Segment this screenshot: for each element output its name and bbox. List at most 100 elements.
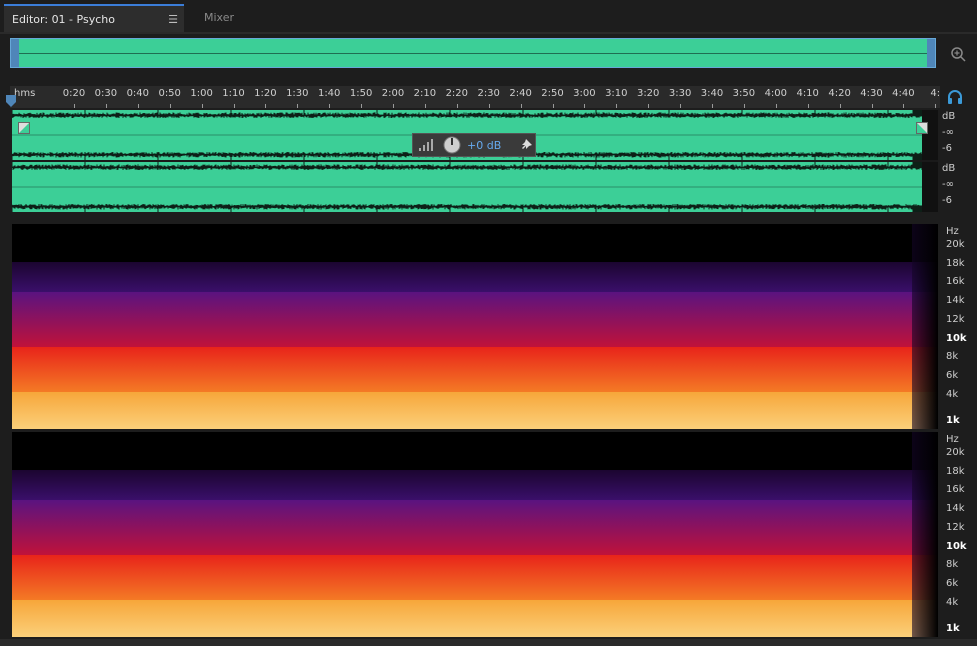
headphone-icon[interactable] bbox=[946, 88, 964, 106]
hz-tick-label: 10k bbox=[946, 540, 967, 552]
ruler-tick-label: 3:00 bbox=[573, 88, 596, 99]
ruler-tick bbox=[935, 104, 937, 108]
waveform-channel-right[interactable] bbox=[12, 162, 938, 212]
db-6-label-ch1: -6 bbox=[942, 143, 952, 154]
hz-unit-label: Hz bbox=[946, 226, 959, 237]
hz-tick-label: 14k bbox=[946, 295, 965, 307]
spectral-tail bbox=[912, 224, 938, 429]
hz-tick-label: 1k bbox=[946, 623, 960, 635]
spectral-band bbox=[12, 600, 938, 637]
ruler-tick bbox=[361, 104, 363, 108]
spectral-band bbox=[12, 224, 938, 262]
ruler-tick-label: 0:20 bbox=[62, 88, 86, 99]
hz-tick-label: 8k bbox=[946, 559, 959, 571]
hz-tick-label: 4k bbox=[946, 596, 959, 608]
overview-right-handle[interactable] bbox=[927, 39, 935, 67]
waveform-tail bbox=[922, 110, 938, 160]
ruler-tick bbox=[552, 104, 554, 108]
tab-bar: Editor: 01 - Psycho Terror.mp3 ☰ Mixer bbox=[0, 0, 977, 54]
spectral-display-right[interactable] bbox=[12, 432, 938, 637]
hz-tick-label: 14k bbox=[946, 503, 965, 515]
pin-icon[interactable] bbox=[521, 139, 533, 151]
hz-tick-label: 16k bbox=[946, 276, 965, 288]
hz-tick-label: 6k bbox=[946, 369, 959, 381]
hamburger-menu-icon[interactable]: ☰ bbox=[168, 6, 178, 34]
ruler-tick bbox=[903, 104, 905, 108]
spectral-display-left[interactable] bbox=[12, 224, 938, 429]
ruler-tick-label: 2:10 bbox=[413, 88, 437, 99]
db-inf-label-ch1: -∞ bbox=[942, 127, 954, 138]
hz-tick-label: 20k bbox=[946, 447, 965, 458]
fade-in-handle-icon[interactable] bbox=[18, 122, 30, 134]
zoom-icon[interactable] bbox=[948, 44, 968, 64]
ruler-tick bbox=[169, 104, 171, 108]
ruler-tick-label: 1:30 bbox=[286, 88, 309, 99]
spectral-band bbox=[12, 432, 938, 470]
playhead-icon[interactable] bbox=[6, 95, 16, 107]
spectral-band bbox=[12, 347, 938, 392]
waveform-tail bbox=[922, 162, 938, 212]
spectral-band bbox=[12, 470, 938, 500]
ruler-tick-label: 3:50 bbox=[732, 88, 756, 99]
volume-knob[interactable] bbox=[443, 136, 461, 154]
ruler-tick bbox=[105, 104, 107, 108]
fade-out-handle-icon[interactable] bbox=[916, 122, 928, 134]
ruler-tick-label: 1:00 bbox=[190, 88, 213, 99]
ruler-tick bbox=[488, 104, 490, 108]
ruler-tick bbox=[680, 104, 682, 108]
db-6-label-ch2: -6 bbox=[942, 195, 952, 206]
ruler-tick-label: 2:30 bbox=[477, 88, 500, 99]
ruler-tick-label: 4:30 bbox=[860, 88, 883, 99]
tab-mixer[interactable]: Mixer bbox=[196, 4, 272, 32]
overview-navigator[interactable] bbox=[10, 38, 936, 68]
tab-mixer-label: Mixer bbox=[204, 11, 235, 24]
ruler-tick-label: 3:10 bbox=[605, 88, 628, 99]
volume-value[interactable]: +0 dB bbox=[467, 139, 501, 152]
overview-left-handle[interactable] bbox=[11, 39, 19, 67]
ruler-tick-label: 2:50 bbox=[541, 88, 564, 99]
ruler-tick-label: 2:40 bbox=[509, 88, 532, 99]
level-meter-icon bbox=[419, 139, 433, 151]
ruler-tick bbox=[520, 104, 522, 108]
ruler-unit-label: hms bbox=[14, 88, 36, 99]
ruler-tick bbox=[201, 104, 203, 108]
bottom-scrollbar[interactable] bbox=[0, 639, 977, 646]
ruler-tick bbox=[807, 104, 809, 108]
hz-tick-label: 8k bbox=[946, 351, 959, 363]
ruler-tick bbox=[584, 104, 586, 108]
hz-tick-label: 18k bbox=[946, 257, 965, 269]
ruler-tick-label: 0:30 bbox=[94, 88, 118, 99]
hz-unit-label: Hz bbox=[946, 434, 959, 445]
ruler-tick-label: 0:40 bbox=[126, 88, 150, 99]
ruler-tick bbox=[393, 104, 394, 108]
hz-tick-label: 10k bbox=[946, 332, 967, 344]
ruler-tick bbox=[712, 104, 713, 108]
time-ruler[interactable]: hms 0:20 0:30 0:40 0:50 1:00 1:10 1:20 1:30 1:40… bbox=[10, 86, 940, 108]
waveform-right-trace bbox=[12, 162, 938, 212]
volume-hud[interactable]: +0 dB bbox=[412, 133, 536, 157]
ruler-tick bbox=[839, 104, 841, 108]
hz-tick-label: 1k bbox=[946, 415, 960, 427]
tab-underline bbox=[0, 32, 977, 34]
ruler-tick-label: 2:20 bbox=[445, 88, 469, 99]
ruler-tick-label: 0:50 bbox=[158, 88, 181, 99]
hz-tick-label: 12k bbox=[946, 521, 965, 533]
ruler-tick bbox=[265, 104, 267, 108]
hz-tick-label: 20k bbox=[946, 239, 965, 250]
spectral-tail bbox=[912, 432, 938, 637]
ruler-tick bbox=[775, 104, 777, 108]
ruler-tick-label: 4:20 bbox=[828, 88, 851, 99]
ruler-tick-label: 4: bbox=[930, 88, 941, 99]
ruler-tick bbox=[743, 104, 745, 108]
spectral-band bbox=[12, 555, 938, 600]
ruler-tick-label: 4:00 bbox=[764, 88, 788, 99]
hz-tick-label: 18k bbox=[946, 465, 965, 477]
tab-editor[interactable]: Editor: 01 - Psycho Terror.mp3 ☰ bbox=[4, 4, 184, 54]
db-label-ch1: dB bbox=[942, 111, 956, 122]
ruler-tick-label: 1:40 bbox=[317, 88, 341, 99]
ruler-tick-label: 1:10 bbox=[222, 88, 245, 99]
hz-tick-label: 6k bbox=[946, 577, 959, 589]
ruler-tick-label: 3:30 bbox=[668, 88, 692, 99]
spectral-band bbox=[12, 262, 938, 292]
ruler-tick bbox=[616, 104, 618, 108]
